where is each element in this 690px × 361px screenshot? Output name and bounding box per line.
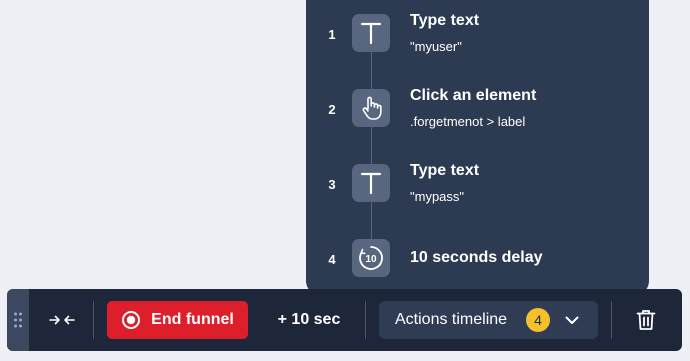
chevron-down-icon xyxy=(562,310,582,330)
click-pointer-icon xyxy=(352,89,390,127)
add-ten-seconds-button[interactable]: + 10 sec xyxy=(269,308,349,332)
timeline-step[interactable]: 2 Click an element .forgetmenot > label xyxy=(306,83,649,135)
timeline-step[interactable]: 4 10 10 seconds delay xyxy=(306,233,649,285)
step-subtitle: "mypass" xyxy=(410,189,465,204)
record-icon xyxy=(122,311,141,329)
trash-icon[interactable] xyxy=(632,306,660,334)
toolbar-divider xyxy=(611,301,612,339)
end-funnel-button[interactable]: End funnel xyxy=(107,301,248,339)
step-subtitle: .forgetmenot > label xyxy=(410,114,526,129)
delay-icon-text: 10 xyxy=(365,254,377,265)
step-title: 10 seconds delay xyxy=(410,249,543,266)
toolbar-divider xyxy=(365,301,366,339)
step-number: 3 xyxy=(328,177,336,192)
timeline-step[interactable]: 3 Type text "mypass" xyxy=(306,158,649,210)
recorder-toolbar: End funnel + 10 sec Actions timeline 4 xyxy=(7,289,682,351)
text-icon xyxy=(352,164,390,202)
collapse-arrows-icon[interactable] xyxy=(47,305,77,335)
end-funnel-label: End funnel xyxy=(151,311,234,328)
toolbar-divider xyxy=(93,301,94,339)
step-number: 4 xyxy=(328,252,336,267)
actions-timeline-button[interactable]: Actions timeline 4 xyxy=(379,301,598,339)
step-title: Type text xyxy=(410,162,480,179)
text-icon xyxy=(352,14,390,52)
timeline-connector xyxy=(371,36,372,254)
actions-count-badge: 4 xyxy=(526,308,550,332)
step-title: Type text xyxy=(410,12,480,29)
timeline-step[interactable]: 1 Type text "myuser" xyxy=(306,8,649,60)
step-number: 1 xyxy=(328,27,336,42)
actions-timeline-label: Actions timeline xyxy=(395,311,508,328)
step-title: Click an element xyxy=(410,87,537,104)
drag-handle-icon[interactable] xyxy=(7,289,29,351)
delay-timer-icon: 10 xyxy=(352,239,390,277)
step-number: 2 xyxy=(328,102,336,117)
step-subtitle: "myuser" xyxy=(410,39,462,54)
